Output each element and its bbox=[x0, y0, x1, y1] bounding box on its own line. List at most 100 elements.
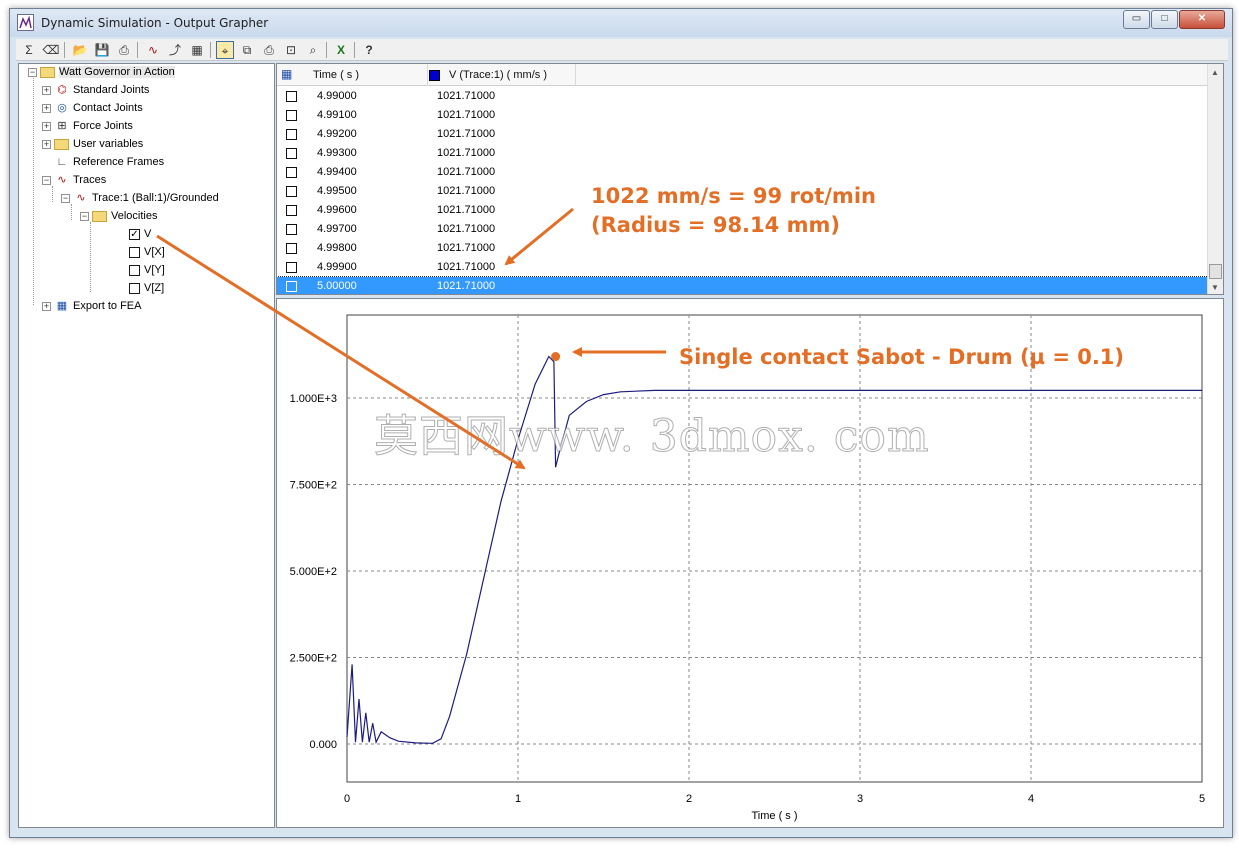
row-checkbox[interactable] bbox=[286, 148, 297, 159]
col-time-header[interactable]: Time ( s ) bbox=[313, 69, 359, 81]
tree-item-vz[interactable]: V[Z] bbox=[129, 280, 164, 296]
force-joint-icon: ⊞ bbox=[57, 120, 67, 133]
time-cell: 4.99200 bbox=[317, 128, 357, 140]
col-v-header[interactable]: V (Trace:1) ( mm/s ) bbox=[449, 69, 547, 81]
time-cell: 4.99600 bbox=[317, 204, 357, 216]
export-icon[interactable]: ⎙ bbox=[115, 41, 133, 59]
row-checkbox[interactable] bbox=[286, 167, 297, 178]
excel-icon[interactable]: X bbox=[332, 41, 350, 59]
tree-item-reference-frames[interactable]: ∟ Reference Frames bbox=[54, 154, 164, 170]
tree-label: Traces bbox=[73, 174, 107, 186]
time-cell: 4.99800 bbox=[317, 242, 357, 254]
table-row[interactable]: 4.99200 1021.71000 bbox=[277, 125, 1208, 144]
tree-label: V bbox=[144, 228, 152, 240]
tree-label: Velocities bbox=[111, 210, 158, 222]
tree-label: Contact Joints bbox=[73, 102, 143, 114]
time-cell: 5.00000 bbox=[317, 280, 357, 292]
time-cell: 4.99500 bbox=[317, 185, 357, 197]
x-axis-label: Time ( s ) bbox=[751, 810, 797, 822]
close-button[interactable]: ✕ bbox=[1179, 10, 1225, 29]
vz-checkbox[interactable] bbox=[129, 282, 140, 294]
frame-icon: ∟ bbox=[56, 156, 68, 169]
scroll-thumb[interactable] bbox=[1209, 264, 1222, 279]
table-row[interactable]: 4.99300 1021.71000 bbox=[277, 144, 1208, 163]
trace-icon: ∿ bbox=[57, 174, 67, 187]
minimize-button[interactable]: ▭ bbox=[1123, 10, 1150, 29]
velocity-cell: 1021.71000 bbox=[437, 261, 496, 273]
maximize-button[interactable]: □ bbox=[1151, 10, 1178, 29]
velocity-cell: 1021.71000 bbox=[437, 128, 496, 140]
row-checkbox[interactable] bbox=[286, 224, 297, 235]
table-row[interactable]: 5.00000 1021.71000 bbox=[277, 276, 1209, 294]
x-tick-label: 0 bbox=[344, 793, 350, 805]
help-icon[interactable]: ? bbox=[360, 41, 378, 59]
x-tick-label: 1 bbox=[515, 793, 521, 805]
trace-icon: ∿ bbox=[76, 192, 86, 205]
velocity-cell: 1021.71000 bbox=[437, 204, 496, 216]
velocity-chart[interactable]: 0 1 2 3 4 5 0.000 2.500E+2 5.000E+2 7.500E+2 1.000… bbox=[277, 299, 1223, 827]
tree-label: V[X] bbox=[144, 246, 165, 258]
y-tick-label: 7.500E+2 bbox=[290, 480, 337, 492]
watermark: 莫西网www. 3dmox. com bbox=[374, 411, 930, 463]
table-row[interactable]: 4.99400 1021.71000 bbox=[277, 163, 1208, 182]
table-row[interactable]: 4.99100 1021.71000 bbox=[277, 106, 1208, 125]
zoom-icon[interactable]: ⌕ bbox=[304, 41, 322, 59]
velocity-cell: 1021.71000 bbox=[437, 109, 496, 121]
fea-icon[interactable]: ▦ bbox=[188, 41, 206, 59]
calc-icon[interactable]: Σ bbox=[20, 41, 38, 59]
tree-item-vy[interactable]: V[Y] bbox=[129, 262, 165, 278]
standard-joint-icon: ⌬ bbox=[57, 84, 67, 97]
column-chooser-icon[interactable]: ▦ bbox=[281, 67, 292, 81]
fea-icon: ▦ bbox=[56, 300, 68, 313]
open-icon[interactable]: 📂 bbox=[71, 41, 89, 59]
eraser-icon[interactable]: ⌫ bbox=[42, 41, 60, 59]
print-icon[interactable]: ⎙ bbox=[260, 41, 278, 59]
velocity-cell: 1021.71000 bbox=[437, 280, 496, 292]
time-cell: 4.99300 bbox=[317, 147, 357, 159]
vy-checkbox[interactable] bbox=[129, 264, 140, 276]
row-checkbox[interactable] bbox=[286, 110, 297, 121]
tree-label: Export to FEA bbox=[73, 300, 142, 312]
velocity-cell: 1021.71000 bbox=[437, 185, 496, 197]
velocity-cell: 1021.71000 bbox=[437, 223, 496, 235]
velocity-cell: 1021.71000 bbox=[437, 147, 496, 159]
title-bar: Dynamic Simulation - Output Grapher ▭ □ … bbox=[10, 9, 1232, 37]
vx-checkbox[interactable] bbox=[129, 246, 140, 258]
maximize-icon: □ bbox=[1161, 13, 1168, 24]
tree-label: Trace:1 (Ball:1)/Grounded bbox=[92, 192, 219, 204]
x-tick-label: 2 bbox=[686, 793, 692, 805]
contact-marker bbox=[551, 352, 561, 362]
table-row[interactable]: 4.99000 1021.71000 bbox=[277, 87, 1208, 106]
table-row[interactable]: 4.99900 1021.71000 bbox=[277, 258, 1208, 277]
y-tick-label: 0.000 bbox=[309, 739, 337, 751]
minimize-icon: ▭ bbox=[1131, 13, 1142, 24]
tree-item-vx[interactable]: V[X] bbox=[129, 244, 165, 260]
velocity-cell: 1021.71000 bbox=[437, 242, 496, 254]
x-tick-label: 4 bbox=[1028, 793, 1034, 805]
table-row[interactable]: 4.99800 1021.71000 bbox=[277, 239, 1208, 258]
row-checkbox[interactable] bbox=[286, 281, 297, 292]
tree-label: User variables bbox=[73, 138, 144, 150]
save-icon[interactable]: 💾 bbox=[93, 41, 111, 59]
tree-item-v[interactable]: ✓ V bbox=[129, 226, 151, 242]
row-checkbox[interactable] bbox=[286, 91, 297, 102]
v-checkbox[interactable]: ✓ bbox=[129, 228, 140, 240]
add-axis-icon[interactable]: ⤴ bbox=[166, 41, 184, 59]
folder-icon bbox=[40, 66, 55, 78]
table-scrollbar[interactable]: ▲ ▼ bbox=[1207, 64, 1223, 294]
copy-icon[interactable]: ⧉ bbox=[238, 41, 256, 59]
velocity-cell: 1021.71000 bbox=[437, 166, 496, 178]
row-checkbox[interactable] bbox=[286, 262, 297, 273]
trace-icon[interactable]: ∿ bbox=[144, 41, 162, 59]
y-tick-label: 1.000E+3 bbox=[290, 393, 337, 405]
tree-label: Standard Joints bbox=[73, 84, 150, 96]
row-checkbox[interactable] bbox=[286, 186, 297, 197]
row-checkbox[interactable] bbox=[286, 243, 297, 254]
row-checkbox[interactable] bbox=[286, 205, 297, 216]
toolbar: Σ ⌫ 📂 💾 ⎙ ∿ ⤴ ▦ ⌖ ⧉ ⎙ ⊡ ⌕ X ? bbox=[16, 39, 1228, 61]
rpm-annotation-line2: (Radius = 98.14 mm) bbox=[591, 213, 840, 237]
curve-select-icon[interactable]: ⌖ bbox=[216, 41, 234, 59]
time-cell: 4.99400 bbox=[317, 166, 357, 178]
row-checkbox[interactable] bbox=[286, 129, 297, 140]
zoom-fit-icon[interactable]: ⊡ bbox=[282, 41, 300, 59]
